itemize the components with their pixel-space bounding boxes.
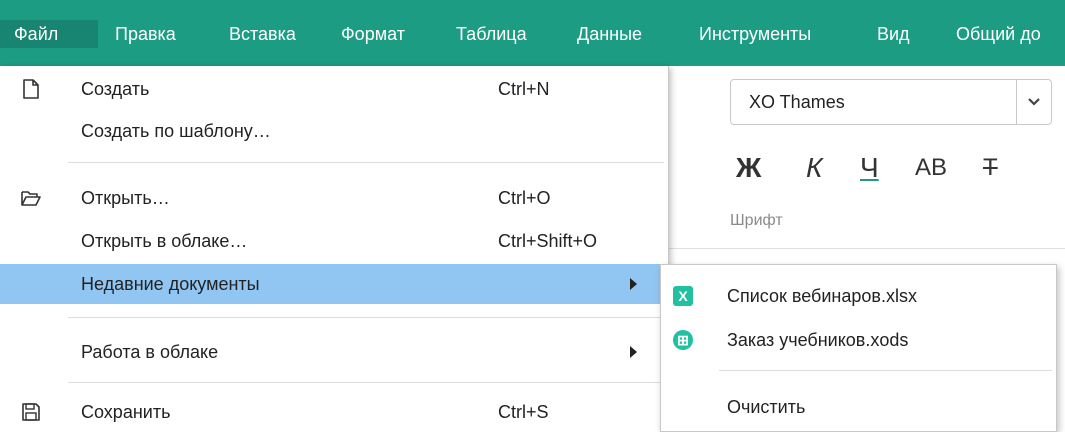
open-folder-icon (20, 187, 42, 209)
menu-view[interactable]: Вид (877, 20, 910, 48)
underline-button[interactable]: Ч (860, 148, 879, 188)
menu-item-label: Открыть… (81, 188, 170, 208)
menu-item-cloud-work[interactable]: Работа в облаке (0, 332, 668, 372)
new-document-icon (20, 78, 42, 100)
menu-item-new-from-template[interactable]: Создать по шаблону… (0, 111, 668, 151)
menu-data[interactable]: Данные (577, 20, 642, 48)
menu-item-open-cloud[interactable]: Открыть в облаке… Ctrl+Shift+O (0, 221, 668, 261)
menu-item-shortcut: Ctrl+N (498, 79, 550, 99)
bold-button[interactable]: Ж (736, 148, 761, 188)
menu-insert[interactable]: Вставка (229, 20, 296, 48)
menu-file[interactable]: Файл (0, 20, 98, 48)
menu-item-recent-documents[interactable]: Недавние документы (0, 264, 668, 304)
menu-item-label: Недавние документы (81, 274, 260, 294)
menu-format[interactable]: Формат (341, 20, 405, 48)
menu-item-label: Создать по шаблону… (81, 121, 271, 141)
menu-item-shortcut: Ctrl+S (498, 402, 549, 422)
menu-divider (68, 162, 664, 163)
xods-file-icon: ⊞ (673, 330, 693, 350)
xlsx-file-icon: X (673, 286, 693, 306)
menu-item-shortcut: Ctrl+O (498, 188, 551, 208)
menu-divider (719, 370, 1052, 371)
font-group-label: Шрифт (730, 212, 783, 229)
menu-divider (68, 382, 664, 383)
menu-item-label: Создать (81, 79, 150, 99)
clear-recent-button[interactable]: Очистить (661, 387, 1056, 427)
save-icon (20, 401, 42, 423)
clear-recent-label: Очистить (727, 397, 806, 417)
toolbar-divider (668, 248, 1065, 249)
recent-item[interactable]: ⊞ Заказ учебников.xods (661, 320, 1056, 360)
submenu-arrow-icon (630, 346, 637, 358)
menu-item-label: Работа в облаке (81, 342, 219, 362)
recent-documents-submenu: X Список вебинаров.xlsx ⊞ Заказ учебнико… (660, 264, 1057, 432)
menu-item-open[interactable]: Открыть… Ctrl+O (0, 178, 668, 218)
caps-button[interactable]: АВ (915, 148, 947, 188)
file-menu: Создать Ctrl+N Создать по шаблону… Откры… (0, 66, 669, 432)
font-family-value: XO Thames (749, 92, 845, 112)
menu-item-label: Открыть в облаке… (81, 231, 248, 251)
menu-bar: Файл Правка Вставка Формат Таблица Данны… (0, 0, 1065, 66)
menu-shared[interactable]: Общий до (956, 20, 1041, 48)
menu-item-label: Сохранить (81, 402, 171, 422)
italic-button[interactable]: К (806, 148, 823, 188)
chevron-down-icon[interactable] (1016, 80, 1051, 124)
menu-item-new[interactable]: Создать Ctrl+N (0, 69, 668, 109)
menu-edit[interactable]: Правка (115, 20, 176, 48)
strikethrough-button[interactable]: Т (983, 148, 998, 188)
menu-item-shortcut: Ctrl+Shift+O (498, 231, 598, 251)
recent-item[interactable]: X Список вебинаров.xlsx (661, 276, 1056, 316)
menu-tools[interactable]: Инструменты (699, 20, 811, 48)
recent-item-label: Заказ учебников.xods (727, 330, 909, 350)
submenu-arrow-icon (630, 278, 637, 290)
menu-table[interactable]: Таблица (456, 20, 527, 48)
menu-divider (68, 317, 664, 318)
recent-item-label: Список вебинаров.xlsx (727, 286, 917, 306)
font-family-select[interactable]: XO Thames (730, 79, 1052, 125)
menu-item-save[interactable]: Сохранить Ctrl+S (0, 392, 668, 432)
